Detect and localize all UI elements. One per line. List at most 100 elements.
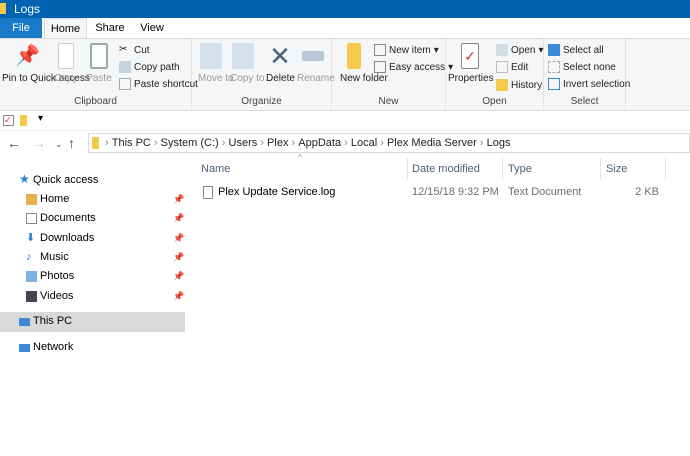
breadcrumb-item[interactable]: Plex bbox=[267, 137, 288, 149]
file-date: 12/15/18 9:32 PM bbox=[412, 186, 499, 198]
copy-button[interactable]: Copy bbox=[54, 43, 78, 84]
copy-path-button[interactable]: Copy path bbox=[119, 61, 180, 73]
sidebar-item-videos[interactable]: Videos 📌 bbox=[0, 287, 185, 306]
file-name: Plex Update Service.log bbox=[218, 186, 336, 198]
breadcrumb-item[interactable]: Plex Media Server bbox=[387, 137, 477, 149]
rename-icon bbox=[302, 51, 324, 61]
properties-icon[interactable]: ✓ bbox=[3, 115, 14, 126]
file-row[interactable]: Plex Update Service.log 12/15/18 9:32 PM… bbox=[196, 183, 666, 202]
breadcrumb-item[interactable]: Users bbox=[229, 137, 258, 149]
pin-quick-access-button[interactable]: 📌 Pin to Quick access bbox=[2, 43, 90, 84]
group-label: Open bbox=[482, 96, 507, 107]
folder-icon bbox=[92, 137, 99, 149]
forward-arrow-icon[interactable]: → bbox=[32, 135, 46, 151]
column-header-type[interactable]: Type bbox=[508, 160, 532, 178]
network-icon bbox=[19, 344, 30, 352]
edit-icon bbox=[496, 61, 508, 73]
clipboard-icon bbox=[90, 43, 108, 69]
move-to-button[interactable]: Move to bbox=[198, 43, 234, 84]
sidebar-item-network[interactable]: Network bbox=[0, 338, 185, 357]
invert-selection-button[interactable]: Invert selection bbox=[548, 78, 630, 90]
copy-to-icon bbox=[232, 43, 254, 69]
breadcrumb-item[interactable]: This PC bbox=[112, 137, 151, 149]
group-label: New bbox=[378, 96, 399, 107]
photos-icon bbox=[26, 271, 37, 282]
sidebar-item-downloads[interactable]: ⬇ Downloads 📌 bbox=[0, 229, 185, 248]
new-item-button[interactable]: New item ▾ bbox=[374, 44, 439, 56]
address-bar[interactable]: › This PC › System (C:) › Users › Plex ›… bbox=[88, 133, 690, 153]
edit-button[interactable]: Edit bbox=[496, 61, 528, 73]
group-new: New folder New item ▾ Easy access ▾ New bbox=[332, 39, 453, 110]
easy-access-icon bbox=[374, 61, 386, 73]
up-arrow-icon[interactable]: ↑ bbox=[68, 135, 75, 151]
column-header-name[interactable]: Name bbox=[201, 160, 230, 178]
properties-button[interactable]: ✓ Properties bbox=[448, 43, 494, 84]
tab-home[interactable]: Home bbox=[44, 18, 87, 39]
quick-access-toolbar: ✓ ▾ bbox=[0, 111, 690, 131]
customize-dropdown-icon[interactable]: ▾ bbox=[38, 113, 43, 124]
file-type: Text Document bbox=[508, 186, 582, 198]
tab-view[interactable]: View bbox=[133, 18, 171, 38]
sidebar-item-music[interactable]: ♪ Music 📌 bbox=[0, 248, 185, 267]
documents-icon bbox=[26, 213, 37, 224]
scissors-icon: ✂ bbox=[119, 44, 128, 55]
column-divider[interactable] bbox=[600, 158, 601, 180]
select-none-button[interactable]: Select none bbox=[548, 61, 616, 73]
back-arrow-icon[interactable]: ← bbox=[7, 135, 21, 151]
select-all-icon bbox=[548, 44, 560, 56]
text-file-icon bbox=[203, 186, 213, 199]
column-header-size[interactable]: Size bbox=[606, 160, 627, 178]
window-title: Logs bbox=[14, 2, 41, 16]
sidebar-item-this-pc[interactable]: This PC bbox=[0, 312, 185, 332]
pin-icon: 📌 bbox=[173, 233, 185, 243]
history-button[interactable]: History bbox=[496, 79, 542, 91]
tab-file[interactable]: File bbox=[0, 18, 42, 38]
select-none-icon bbox=[548, 61, 560, 73]
column-divider[interactable] bbox=[665, 158, 666, 180]
easy-access-button[interactable]: Easy access ▾ bbox=[374, 61, 453, 73]
copy-icon bbox=[58, 43, 74, 69]
cut-button[interactable]: ✂ Cut bbox=[119, 44, 150, 56]
invert-selection-icon bbox=[548, 78, 560, 90]
group-open: ✓ Properties Open ▾ Edit History Open bbox=[446, 39, 544, 110]
pin-icon: 📌 bbox=[173, 291, 185, 301]
tab-share[interactable]: Share bbox=[90, 18, 130, 38]
breadcrumb-item[interactable]: Local bbox=[351, 137, 377, 149]
new-folder-icon[interactable] bbox=[20, 115, 27, 126]
new-folder-icon bbox=[347, 43, 361, 69]
group-organize: Move to Copy to ✕ Delete Rename Organize bbox=[192, 39, 335, 110]
column-divider[interactable] bbox=[502, 158, 503, 180]
delete-button[interactable]: ✕ Delete bbox=[266, 41, 295, 84]
file-size: 2 KB bbox=[635, 186, 659, 198]
delete-x-icon: ✕ bbox=[269, 41, 291, 71]
sidebar-item-documents[interactable]: Documents 📌 bbox=[0, 209, 185, 228]
column-divider[interactable] bbox=[407, 158, 408, 180]
open-icon bbox=[496, 44, 508, 56]
sidebar-item-quick-access[interactable]: ★ Quick access bbox=[0, 171, 185, 190]
open-button[interactable]: Open ▾ bbox=[496, 44, 544, 56]
videos-icon bbox=[26, 291, 37, 302]
breadcrumb-item[interactable]: Logs bbox=[487, 137, 511, 149]
sidebar-item-home[interactable]: Home 📌 bbox=[0, 190, 185, 209]
title-bar: Logs bbox=[0, 0, 690, 18]
pin-icon: 📌 bbox=[173, 213, 185, 223]
move-icon bbox=[200, 43, 222, 69]
downloads-icon: ⬇ bbox=[26, 232, 36, 244]
column-header-date-modified[interactable]: Date modified bbox=[412, 160, 480, 178]
new-folder-button[interactable]: New folder bbox=[340, 43, 388, 84]
properties-check-icon: ✓ bbox=[461, 43, 479, 69]
breadcrumb-item[interactable]: System (C:) bbox=[161, 137, 219, 149]
paste-button[interactable]: Paste bbox=[86, 43, 112, 84]
group-label: Clipboard bbox=[74, 96, 117, 107]
breadcrumb-item[interactable]: AppData bbox=[298, 137, 341, 149]
rename-button[interactable]: Rename bbox=[297, 43, 335, 84]
sidebar-item-photos[interactable]: Photos 📌 bbox=[0, 267, 185, 286]
recent-dropdown-icon[interactable]: ⌄ bbox=[55, 139, 63, 150]
pin-icon: 📌 bbox=[173, 271, 185, 281]
copy-to-button[interactable]: Copy to bbox=[230, 43, 264, 84]
navigation-pane: ★ Quick access Home 📌 Documents 📌 ⬇ Download… bbox=[0, 160, 186, 456]
ribbon-tabs: File Home Share View bbox=[0, 18, 690, 39]
select-all-button[interactable]: Select all bbox=[548, 44, 604, 56]
sort-ascending-icon: ^ bbox=[298, 153, 302, 162]
paste-shortcut-button[interactable]: Paste shortcut bbox=[119, 78, 198, 90]
